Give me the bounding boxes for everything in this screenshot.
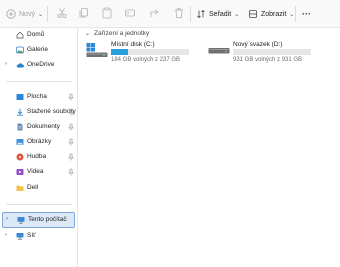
drive-name: Místní disk (C:) bbox=[111, 41, 155, 48]
drive-usage-bar bbox=[111, 49, 189, 55]
sidebar-item-label: Dokumenty bbox=[27, 123, 60, 130]
download-icon bbox=[17, 108, 23, 116]
paste-icon[interactable] bbox=[101, 7, 113, 19]
new-button-label: Nový bbox=[19, 10, 35, 18]
sidebar-item-label: Galerie bbox=[27, 46, 48, 53]
sort-button-label: Seřadit bbox=[209, 10, 232, 18]
toolbar-divider bbox=[47, 6, 48, 22]
sidebar-item-pictures[interactable]: Obrázky bbox=[0, 135, 78, 149]
windows-drive-icon bbox=[86, 43, 108, 57]
drive-icon bbox=[208, 48, 230, 54]
view-button[interactable]: Zobrazit ⌄ bbox=[248, 6, 294, 22]
cut-icon[interactable] bbox=[56, 7, 68, 19]
content-pane: ⌄ Zařízení a jednotky Místní disk (C:) 1… bbox=[79, 28, 340, 267]
folder-icon bbox=[16, 185, 24, 191]
navigation-pane: Domů Galerie › OneDrive Plocha Stažené s… bbox=[0, 28, 78, 267]
new-button[interactable]: Nový ⌄ bbox=[6, 6, 43, 22]
sidebar-item-label: Dell bbox=[27, 184, 39, 191]
documents-icon bbox=[17, 123, 23, 131]
sidebar-item-label: Hudba bbox=[27, 153, 47, 160]
sort-button[interactable]: Seřadit ⌄ bbox=[196, 6, 239, 22]
computer-icon bbox=[17, 217, 25, 224]
drive-tile-d[interactable]: Nový svazek (D:) 931 GB volných z 931 GB bbox=[208, 40, 316, 70]
pictures-icon bbox=[16, 139, 24, 145]
drive-free-space: 931 GB volných z 931 GB bbox=[233, 57, 303, 63]
sort-icon bbox=[197, 9, 205, 19]
add-circle-icon bbox=[6, 9, 16, 19]
pin-icon[interactable] bbox=[68, 108, 74, 116]
cloud-icon bbox=[16, 63, 24, 68]
sidebar-item-dell[interactable]: Dell bbox=[0, 181, 78, 195]
drive-usage-bar bbox=[233, 49, 311, 55]
drive-usage-fill bbox=[111, 49, 129, 55]
pin-icon[interactable] bbox=[68, 93, 74, 101]
sidebar-item-documents[interactable]: Dokumenty bbox=[0, 120, 78, 134]
sidebar-item-home[interactable]: Domů bbox=[0, 28, 78, 42]
sidebar-item-label: Tento počítač bbox=[28, 216, 67, 223]
sidebar-item-desktop[interactable]: Plocha bbox=[0, 90, 78, 104]
section-title: Zařízení a jednotky bbox=[94, 30, 150, 37]
desktop-icon bbox=[16, 94, 24, 100]
chevron-right-icon[interactable]: › bbox=[5, 232, 7, 238]
sidebar-item-onedrive[interactable]: › OneDrive bbox=[0, 58, 78, 72]
pin-icon[interactable] bbox=[68, 138, 74, 146]
chevron-down-icon: ⌄ bbox=[37, 11, 43, 18]
sidebar-item-label: Videa bbox=[27, 168, 44, 175]
sidebar-item-label: OneDrive bbox=[27, 61, 55, 68]
toolbar-divider bbox=[190, 6, 191, 22]
chevron-down-icon: ⌄ bbox=[234, 11, 240, 18]
music-icon bbox=[16, 153, 24, 161]
chevron-right-icon[interactable]: › bbox=[5, 61, 7, 67]
sidebar-item-network[interactable]: › Síť bbox=[0, 229, 78, 243]
sidebar-item-label: Obrázky bbox=[27, 138, 52, 145]
delete-icon[interactable] bbox=[173, 7, 185, 19]
view-button-label: Zobrazit bbox=[261, 10, 287, 18]
toolbar-divider bbox=[295, 6, 296, 22]
command-bar: Nový ⌄ Seřadit ⌄ Zobrazit ⌄ ··· bbox=[0, 0, 340, 28]
sidebar-item-label: Domů bbox=[27, 31, 45, 38]
chevron-down-icon: ⌄ bbox=[85, 31, 91, 37]
rename-icon[interactable] bbox=[124, 7, 136, 19]
more-options-button[interactable]: ··· bbox=[302, 6, 311, 22]
drive-tile-c[interactable]: Místní disk (C:) 184 GB volných z 237 GB bbox=[86, 40, 194, 70]
chevron-right-icon[interactable]: › bbox=[6, 216, 8, 222]
sidebar-item-downloads[interactable]: Stažené soubory bbox=[0, 105, 78, 119]
sidebar-item-gallery[interactable]: Galerie bbox=[0, 43, 78, 57]
sidebar-divider bbox=[6, 204, 72, 205]
drive-free-space: 184 GB volných z 237 GB bbox=[111, 57, 181, 63]
chevron-down-icon: ⌄ bbox=[289, 11, 295, 18]
sidebar-item-videos[interactable]: Videa bbox=[0, 165, 78, 179]
sidebar-divider bbox=[6, 81, 72, 82]
sidebar-item-label: Plocha bbox=[27, 93, 47, 100]
share-icon[interactable] bbox=[149, 7, 161, 19]
section-header-devices[interactable]: ⌄ Zařízení a jednotky bbox=[85, 30, 149, 37]
sidebar-item-label: Síť bbox=[27, 232, 36, 239]
sidebar-item-music[interactable]: Hudba bbox=[0, 150, 78, 164]
sidebar-item-this-pc[interactable]: › Tento počítač bbox=[2, 212, 75, 228]
gallery-icon bbox=[16, 46, 24, 54]
videos-icon bbox=[16, 169, 24, 175]
pin-icon[interactable] bbox=[68, 123, 74, 131]
copy-icon[interactable] bbox=[78, 7, 90, 19]
pin-icon[interactable] bbox=[68, 168, 74, 176]
drive-name: Nový svazek (D:) bbox=[233, 41, 283, 48]
pin-icon[interactable] bbox=[68, 153, 74, 161]
view-icon bbox=[249, 10, 257, 18]
home-icon bbox=[16, 31, 24, 39]
network-icon bbox=[16, 233, 24, 240]
